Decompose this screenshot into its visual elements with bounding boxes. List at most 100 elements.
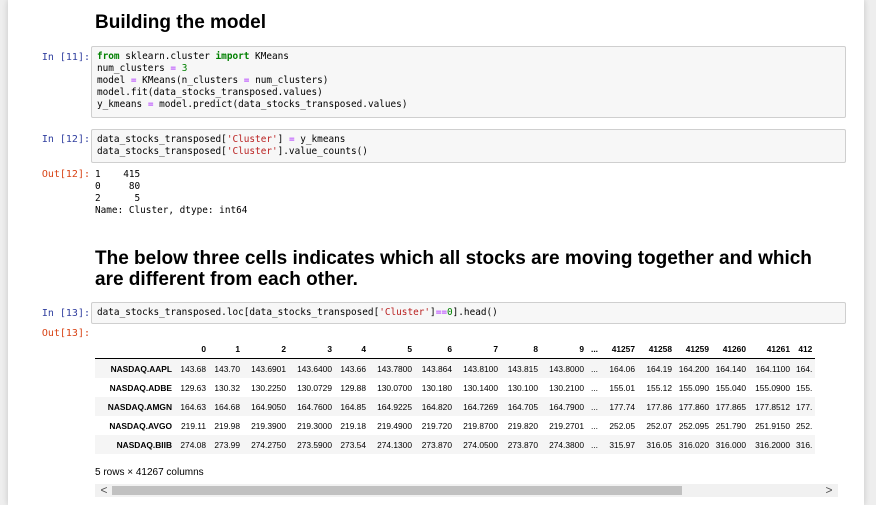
column-header: 412	[793, 339, 816, 359]
dataframe-output[interactable]: 0 1 2 3 4 5 6 7 8 9... 41257 41258 41259 41260 41261 41…	[95, 339, 838, 455]
column-header: 0	[175, 339, 209, 359]
table-cell: 251.9150	[755, 420, 790, 431]
horizontal-scrollbar[interactable]: < >	[95, 484, 838, 497]
table-cell: 252.05	[609, 420, 635, 431]
column-header: 41258	[638, 339, 675, 359]
code-text: num_clusters	[97, 63, 171, 75]
table-cell: 274.2750	[251, 439, 286, 450]
table-cell: ...	[591, 401, 598, 412]
table-cell: 252.07	[646, 420, 672, 431]
code-text: model	[97, 75, 131, 87]
code-text: data_stocks_transposed[	[97, 146, 227, 158]
dataframe-table: 0 1 2 3 4 5 6 7 8 9... 41257 41258 41259 41260 41261 41…	[95, 339, 816, 454]
column-header: 41260	[712, 339, 749, 359]
dataframe-header-row: 0 1 2 3 4 5 6 7 8 9... 41257 41258 41259 41260 41261 41…	[95, 339, 816, 359]
table-cell: 177.86	[646, 401, 672, 412]
table-cell: 219.18	[340, 420, 366, 431]
table-cell: 164.9225	[377, 401, 412, 412]
code-text: KMeans(n_clusters	[136, 75, 244, 87]
table-cell: 274.1300	[377, 439, 412, 450]
table-cell: 164.1100	[755, 363, 790, 374]
table-cell: 315.97	[609, 439, 635, 450]
table-cell: 273.5900	[297, 439, 332, 450]
table-cell: 274.08	[180, 439, 206, 450]
cell-13-output-prompt: Out[13]:	[41, 328, 90, 339]
scroll-right-button[interactable]: >	[822, 484, 836, 497]
table-cell: 129.63	[180, 382, 206, 393]
table-cell: 219.2701	[549, 420, 584, 431]
code-text: ]	[277, 134, 289, 145]
table-cell: 155.090	[678, 382, 709, 393]
code-text: num_clusters)	[249, 75, 329, 87]
table-cell: 219.820	[507, 420, 538, 431]
column-header: 1	[209, 339, 243, 359]
table-cell: 274.3800	[549, 439, 584, 450]
table-cell: 177.74	[609, 401, 635, 412]
table-cell: 273.54	[340, 439, 366, 450]
number-literal: 3	[181, 63, 188, 75]
table-cell: 177.865	[715, 401, 746, 412]
scroll-left-button[interactable]: <	[97, 484, 111, 497]
table-cell: 273.870	[421, 439, 452, 450]
table-cell: 143.7800	[377, 363, 412, 374]
table-cell: 164.7900	[549, 401, 584, 412]
code-text: data_stocks_transposed[	[97, 134, 227, 145]
table-cell: 316.	[796, 439, 813, 450]
string-literal: 'Cluster'	[226, 146, 278, 158]
table-row: NASDAQ.AMGN 164.63 164.68 164.9050 164.7600 1…	[95, 397, 816, 416]
table-cell: 143.815	[507, 363, 538, 374]
code-text: y_kmeans	[97, 99, 148, 111]
table-cell: 130.2250	[251, 382, 286, 393]
cell-12-output-prompt: Out[12]:	[41, 169, 90, 180]
column-header: 7	[455, 339, 501, 359]
table-row: NASDAQ.AVGO 219.11 219.98 219.3900 219.3000 2…	[95, 416, 815, 435]
cell-12-output: 1 415 0 80 2 5 Name: Cluster, dtype: int…	[95, 169, 248, 217]
table-cell: 164.68	[214, 401, 240, 412]
table-cell: 316.020	[678, 439, 709, 450]
code-cell-13[interactable]: data_stocks_transposed.loc[data_stocks_t…	[91, 302, 846, 324]
table-cell: ...	[591, 439, 598, 450]
code-cell-11[interactable]: from sklearn.cluster import KMeans num_cl…	[91, 46, 846, 118]
table-cell: 164.140	[715, 363, 746, 374]
table-cell: ...	[591, 382, 598, 393]
row-index-label: NASDAQ.AMGN	[107, 401, 172, 412]
table-cell: ...	[591, 420, 598, 431]
table-cell: 164.9050	[251, 401, 286, 412]
table-row: NASDAQ.BIIB 274.08 273.99 274.2750 273.5900 2…	[95, 435, 816, 454]
row-index-label: NASDAQ.AVGO	[109, 420, 172, 431]
scrollbar-thumb[interactable]	[112, 486, 682, 495]
cell-12-prompt: In [12]:	[41, 134, 90, 145]
table-cell: 219.3900	[251, 420, 286, 431]
dataframe-body: NASDAQ.AAPL 143.68 143.70 143.6901 143.6400 1…	[95, 358, 816, 454]
column-header: 3	[289, 339, 335, 359]
code-cell-12[interactable]: data_stocks_transposed['Cluster'] = y_km…	[91, 129, 846, 163]
operator: ==	[435, 307, 447, 318]
table-cell: 251.790	[715, 420, 746, 431]
table-cell: 164.705	[507, 401, 538, 412]
table-cell: 164.200	[678, 363, 709, 374]
cell-13-prompt: In [13]:	[41, 308, 90, 319]
table-cell: 164.	[796, 363, 813, 374]
table-cell: 219.98	[214, 420, 240, 431]
table-cell: 130.32	[214, 382, 240, 393]
string-literal: 'Cluster'	[226, 134, 278, 145]
keyword-import: import	[215, 51, 250, 62]
table-cell: 219.720	[421, 420, 452, 431]
row-index-label: NASDAQ.ADBE	[109, 382, 172, 393]
table-cell: 164.820	[421, 401, 452, 412]
table-cell: 143.70	[214, 363, 240, 374]
column-header: ...	[587, 339, 601, 359]
code-line: model.fit(data_stocks_transposed.values)	[97, 87, 323, 99]
column-header: 41257	[601, 339, 638, 359]
table-cell: 219.3000	[297, 420, 332, 431]
column-header: 2	[243, 339, 289, 359]
table-cell: 130.1400	[463, 382, 498, 393]
column-header: 6	[415, 339, 455, 359]
table-cell: 177.8512	[755, 401, 790, 412]
table-cell: 316.2000	[755, 439, 790, 450]
table-cell: 143.864	[421, 363, 452, 374]
table-cell: 155.01	[609, 382, 635, 393]
table-cell: 155.12	[646, 382, 672, 393]
table-cell: 164.85	[340, 401, 366, 412]
column-header: 9	[541, 339, 587, 359]
